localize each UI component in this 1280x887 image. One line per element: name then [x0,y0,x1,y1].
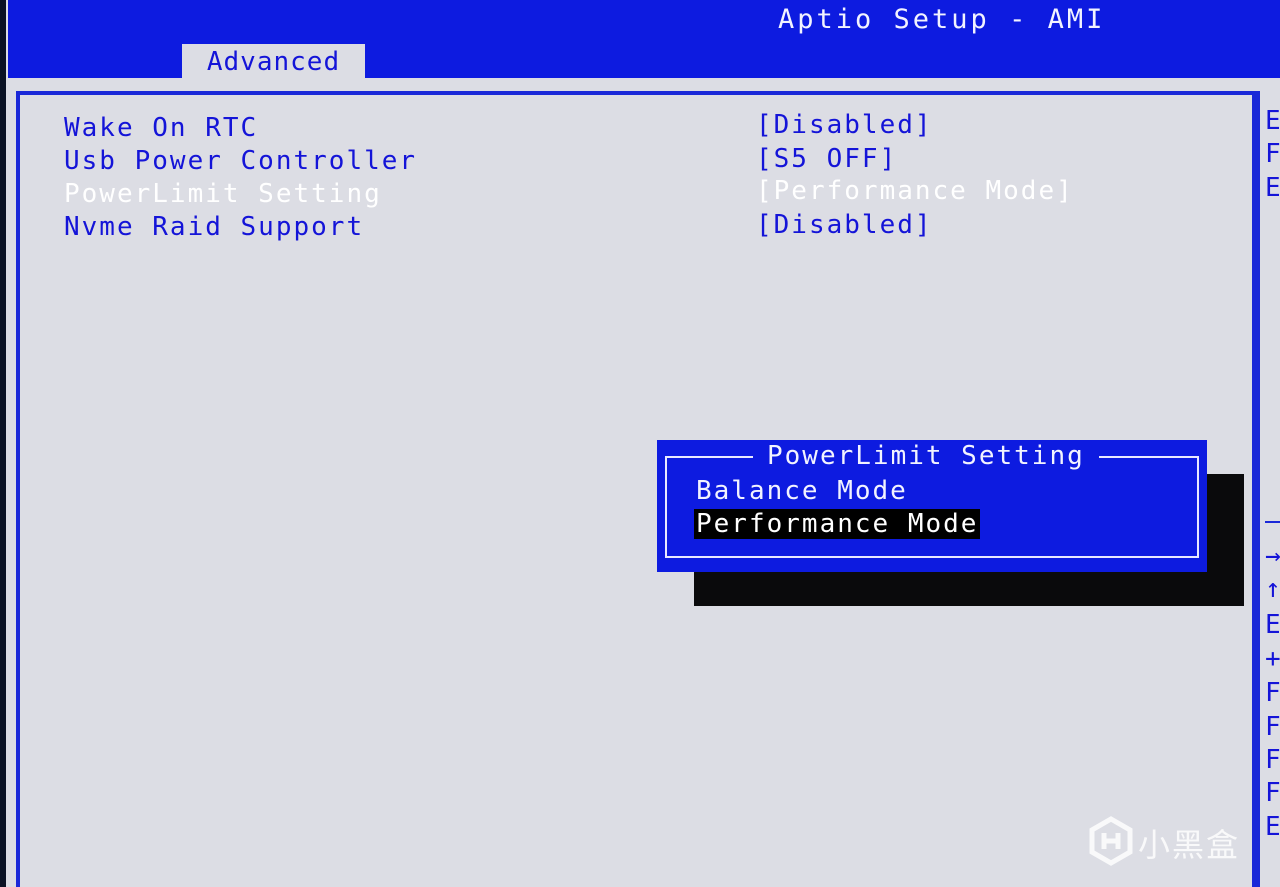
help-fragment: F [1265,139,1280,169]
setting-label-usb-power-controller[interactable]: Usb Power Controller [64,146,417,176]
help-fragment: F [1265,778,1280,808]
option-balance-mode[interactable]: Balance Mode [694,476,910,506]
setting-label-wake-on-rtc[interactable]: Wake On RTC [64,113,258,143]
header-bar: Aptio Setup - AMI Advanced [8,0,1280,80]
heybox-logo-icon [1089,816,1133,866]
popup-title: PowerLimit Setting [753,440,1099,472]
settings-panel: Wake On RTC [Disabled] Usb Power Control… [8,78,1280,887]
bios-title: Aptio Setup - AMI [778,4,1106,35]
help-fragment: F [1265,678,1280,708]
watermark-text: 小黑盒 [1138,826,1241,864]
setting-label-powerlimit[interactable]: PowerLimit Setting [64,179,382,209]
help-fragment: F [1265,712,1280,742]
help-fragment: E [1265,173,1280,203]
setting-value-usb-power-controller[interactable]: [S5 OFF] [756,144,897,174]
setting-label-nvme-raid[interactable]: Nvme Raid Support [64,212,364,242]
tab-advanced[interactable]: Advanced [182,44,365,80]
help-divider [1252,91,1256,887]
help-fragment: E [1265,812,1280,842]
bios-screen: Aptio Setup - AMI Advanced Wake On RTC [… [0,0,1280,887]
arrow-up-icon: ↑ [1265,574,1280,604]
setting-value-powerlimit[interactable]: [Performance Mode] [756,176,1074,206]
arrow-right-icon: → [1265,541,1280,571]
help-separator [1265,521,1280,523]
powerlimit-popup: PowerLimit Setting Balance Mode Performa… [657,440,1207,572]
help-fragment: E [1265,610,1280,640]
plus-icon: + [1265,644,1280,674]
watermark: 小黑盒 [1088,816,1248,866]
setting-value-nvme-raid[interactable]: [Disabled] [756,210,933,240]
setting-value-wake-on-rtc[interactable]: [Disabled] [756,110,933,140]
help-fragment: F [1265,745,1280,775]
option-performance-mode[interactable]: Performance Mode [694,509,981,539]
help-fragment: E [1265,106,1280,136]
